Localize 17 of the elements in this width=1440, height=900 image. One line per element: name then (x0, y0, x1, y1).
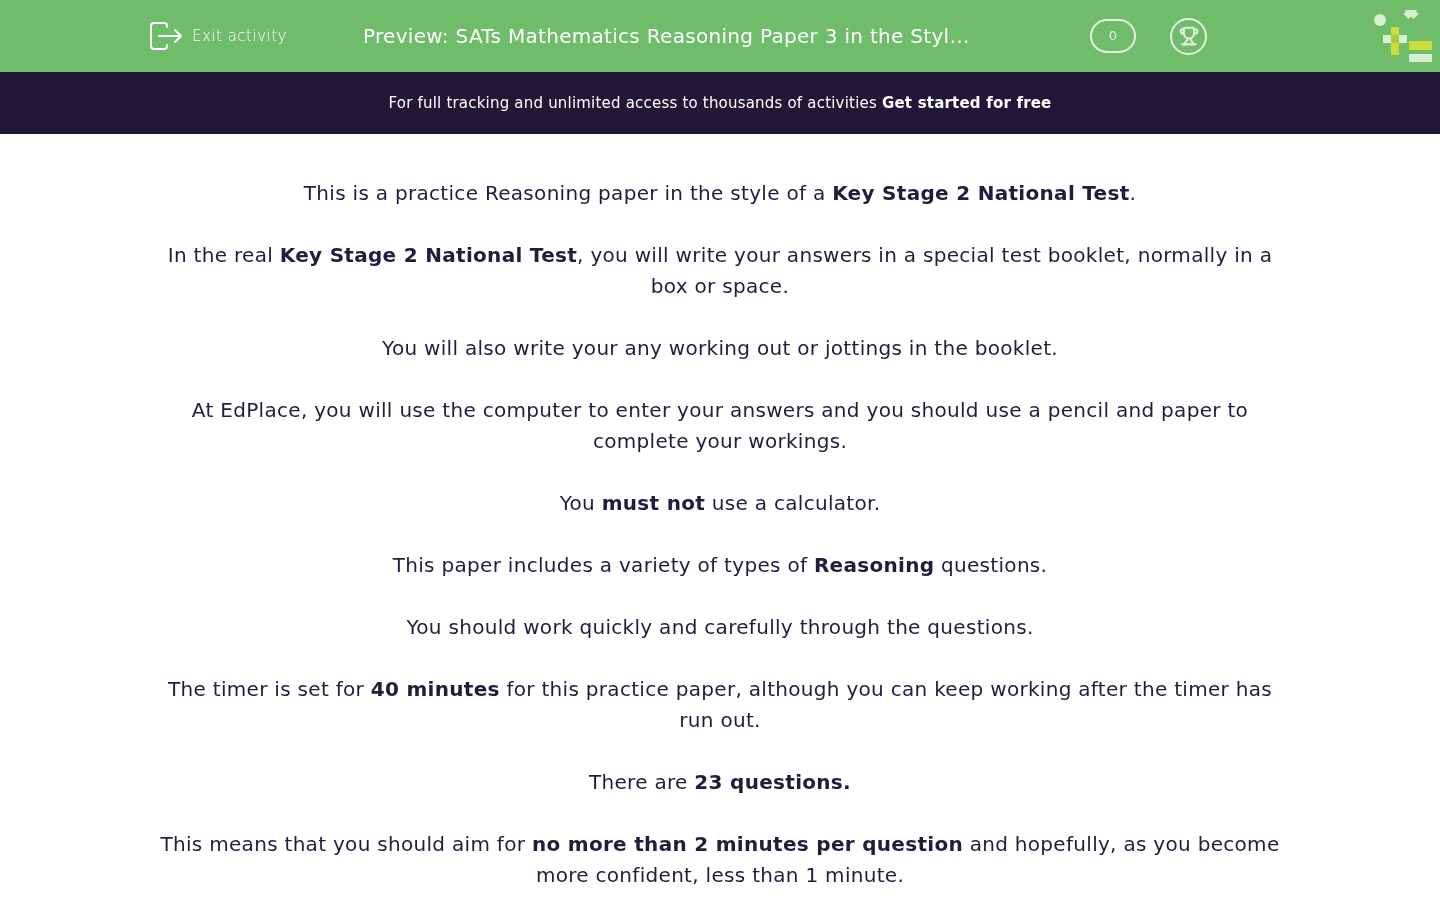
instruction-paragraph: In the real Key Stage 2 National Test, you will write your answers in a special test booklet, normally in a box or space. (166, 242, 1274, 300)
banner-text: For full tracking and unlimited access to thousands of activities (388, 92, 877, 114)
instruction-paragraph: There are 23 questions. (588, 769, 852, 796)
exit-icon (150, 22, 182, 50)
instruction-paragraph: This paper includes a variety of types of Reasoning questions. (391, 552, 1049, 579)
get-started-link[interactable]: Get started for free (881, 91, 1052, 115)
instruction-paragraph: This is a practice Reasoning paper in the style of a Key Stage 2 National Test. (302, 180, 1138, 207)
instruction-paragraph: You will also write your any working out or jottings in the booklet. (381, 335, 1059, 362)
trophy-icon (1178, 26, 1199, 46)
instruction-paragraph: This means that you should aim for no more than 2 minutes per question and hopefully, as you become more confident, less than 1 minute. (159, 831, 1281, 889)
score-counter: 0 (1090, 19, 1136, 53)
instruction-paragraph: At EdPlace, you will use the computer to enter your answers and you should use a pencil and paper to complete your workings. (190, 397, 1250, 455)
instruction-paragraph: The timer is set for 40 minutes for this practice paper, although you can keep working after the timer has run out. (167, 676, 1273, 734)
trophy-button[interactable] (1170, 17, 1207, 55)
instruction-paragraph: You must not use a calculator. (558, 490, 882, 517)
instruction-paragraph: You should work quickly and carefully through the questions. (405, 614, 1035, 641)
activity-title: Preview: SATs Mathematics Reasoning Paper 3 in the Styl… (362, 23, 970, 50)
